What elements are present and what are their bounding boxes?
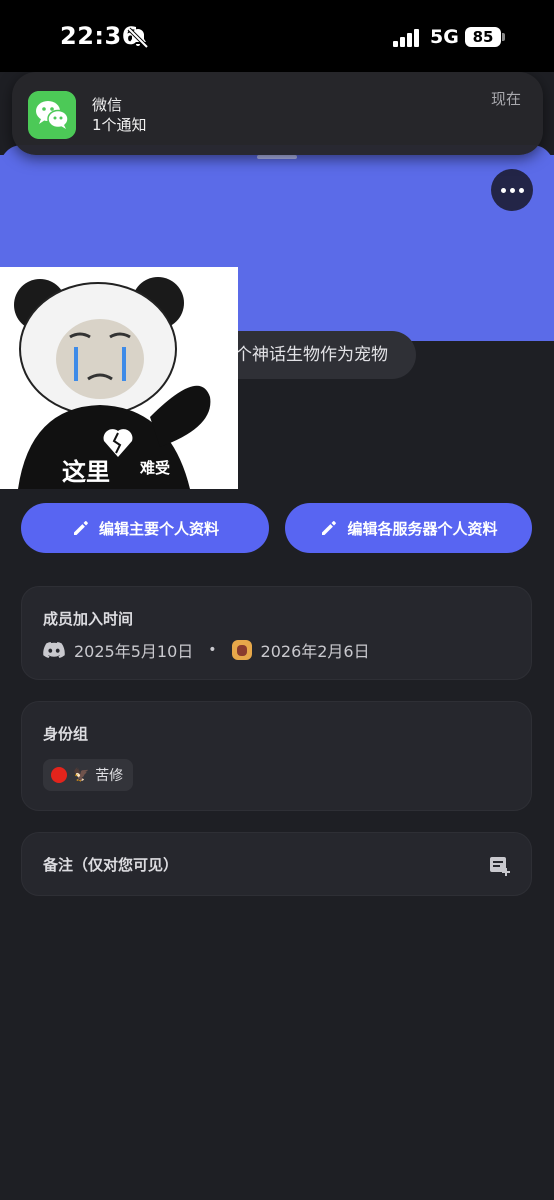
battery-tip: [502, 33, 505, 41]
network-type: 5G: [430, 26, 459, 48]
role-color-dot: [51, 767, 67, 783]
roles-card: 身份组 🦅 苦修: [21, 701, 532, 811]
mute-bell-icon: [127, 27, 149, 49]
more-horizontal-icon: [509, 187, 515, 193]
notification-app-name: 微信: [92, 96, 123, 114]
wechat-icon: [28, 91, 76, 139]
edit-server-profile-label: 编辑各服务器个人资料: [347, 519, 498, 538]
notification-time: 现在: [490, 90, 521, 108]
discord-icon: [43, 642, 65, 658]
edit-server-profile-button[interactable]: 编辑各服务器个人资料: [285, 503, 532, 553]
panda-meme-image: [0, 267, 238, 489]
pencil-icon: [322, 521, 337, 535]
role-emoji: 🦅: [73, 767, 90, 783]
note-card[interactable]: 备注（仅对您可见）: [21, 832, 532, 896]
add-note-icon[interactable]: [489, 855, 511, 877]
role-name: 苦修: [95, 768, 124, 784]
date-separator: •: [208, 642, 217, 658]
edit-main-profile-button[interactable]: 编辑主要个人资料: [21, 503, 269, 553]
member-since-card: 成员加入时间 2025年5月10日 • 2026年2月6日: [21, 586, 532, 680]
notification-message: 1个通知: [92, 116, 147, 134]
server-icon: [231, 640, 252, 660]
avatar-caption-small: 难受: [140, 459, 171, 477]
battery-icon: 85: [465, 27, 505, 47]
roles-title: 身份组: [43, 725, 89, 743]
sheet-grabber[interactable]: [257, 155, 297, 159]
profile-screen: 22:36 5G 85 微信 1个通知 现在 个神话生物作为宠物 这里 难受 编…: [0, 0, 554, 1200]
member-since-row: 2025年5月10日 • 2026年2月6日: [43, 638, 370, 662]
pencil-icon: [73, 521, 88, 535]
edit-main-profile-label: 编辑主要个人资料: [98, 519, 219, 538]
role-chip[interactable]: 🦅 苦修: [43, 759, 134, 791]
discord-join-date: 2025年5月10日: [74, 642, 194, 661]
cellular-signal-icon: [393, 29, 419, 47]
status-bar: 22:36 5G 85: [0, 0, 554, 72]
more-horizontal-icon: [500, 187, 506, 193]
member-since-title: 成员加入时间: [43, 610, 134, 628]
avatar-caption: 这里: [62, 458, 110, 486]
avatar[interactable]: [0, 267, 238, 489]
server-join-date: 2026年2月6日: [260, 642, 370, 661]
more-horizontal-icon: [518, 187, 524, 193]
battery-level: 85: [465, 27, 501, 47]
wechat-notification[interactable]: 微信 1个通知 现在: [12, 72, 543, 155]
note-title: 备注（仅对您可见）: [43, 856, 179, 874]
more-button[interactable]: [491, 169, 533, 211]
